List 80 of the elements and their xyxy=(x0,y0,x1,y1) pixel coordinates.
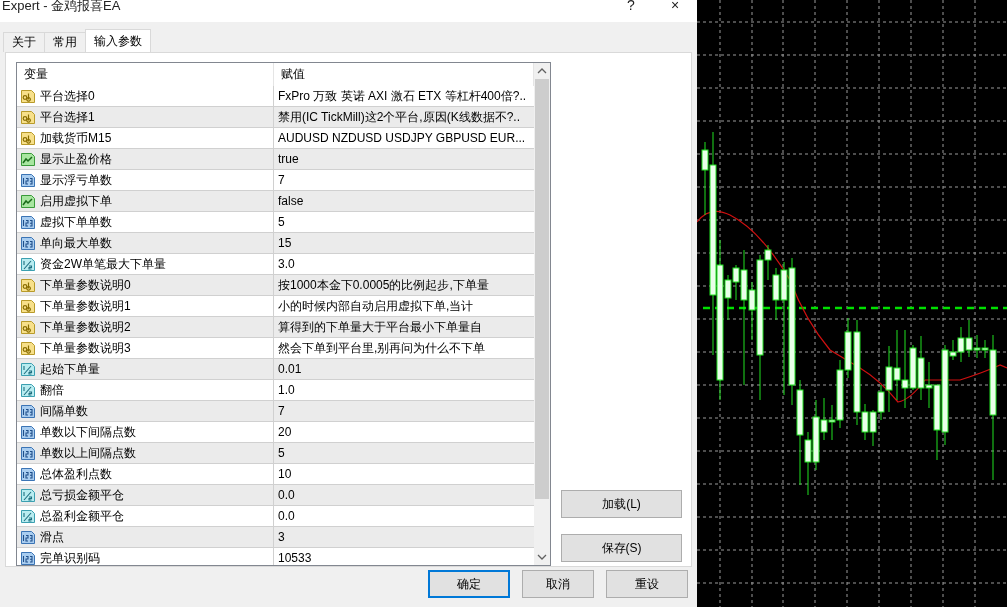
parameter-name: 滑点 xyxy=(40,528,64,546)
number-type-icon xyxy=(20,172,36,188)
number-type-icon xyxy=(20,529,36,545)
parameter-name: 显示止盈价格 xyxy=(40,150,112,168)
parameter-value[interactable]: 7 xyxy=(278,404,285,418)
parameter-name: 下单量参数说明2 xyxy=(40,318,131,336)
text-type-icon xyxy=(20,130,36,146)
parameter-value[interactable]: 按1000本金下0.0005的比例起步,下单量 xyxy=(278,276,489,294)
parameter-value[interactable]: 0.01 xyxy=(278,362,302,376)
parameter-value[interactable]: 7 xyxy=(278,173,285,187)
parameter-value[interactable]: 10 xyxy=(278,467,292,481)
scroll-down-icon[interactable] xyxy=(537,553,547,561)
tab[interactable]: 输入参数 xyxy=(85,29,151,52)
parameter-value[interactable]: 0.0 xyxy=(278,488,295,502)
number-type-icon xyxy=(20,424,36,440)
parameter-value[interactable]: false xyxy=(278,194,304,208)
parameter-value[interactable]: 1.0 xyxy=(278,383,295,397)
parameter-value[interactable]: 20 xyxy=(278,425,292,439)
parameter-name: 单数以下间隔点数 xyxy=(40,423,136,441)
dialog-button[interactable]: 取消 xyxy=(522,570,594,598)
parameter-value[interactable]: true xyxy=(278,152,299,166)
number-type-icon xyxy=(20,256,36,272)
parameter-name: 翻倍 xyxy=(40,381,64,399)
number-type-icon xyxy=(20,508,36,524)
chart-line-icon xyxy=(20,193,36,209)
parameter-name: 平台选择0 xyxy=(40,87,95,105)
text-type-icon xyxy=(20,319,36,335)
parameter-name: 下单量参数说明0 xyxy=(40,276,131,294)
parameter-value[interactable]: FxPro 万致 英诺 AXI 激石 ETX 等杠杆400倍?.. xyxy=(278,87,527,105)
chart-line-icon xyxy=(20,151,36,167)
number-type-icon xyxy=(20,235,36,251)
parameter-value[interactable]: AUDUSD NZDUSD USDJPY GBPUSD EUR... xyxy=(278,131,526,145)
parameter-name: 总体盈利点数 xyxy=(40,465,112,483)
scrollbar[interactable] xyxy=(534,63,550,565)
parameter-name: 资金2W单笔最大下单量 xyxy=(40,255,166,273)
parameter-name: 下单量参数说明1 xyxy=(40,297,131,315)
parameter-value[interactable]: 0.0 xyxy=(278,509,295,523)
dialog-button[interactable]: 重设 xyxy=(606,570,688,598)
side-button[interactable]: 加载(L) xyxy=(561,490,682,518)
parameter-value[interactable]: 10533 xyxy=(278,551,312,565)
text-type-icon xyxy=(20,109,36,125)
parameter-value[interactable]: 3.0 xyxy=(278,257,295,271)
text-type-icon xyxy=(20,298,36,314)
parameter-name: 加载货币M15 xyxy=(40,129,112,147)
parameter-value[interactable]: 然会下单到平台里,别再问为什么不下单 xyxy=(278,339,486,357)
window-title: Expert - 金鸡报喜EA xyxy=(1,0,121,14)
text-type-icon xyxy=(20,277,36,293)
number-type-icon xyxy=(20,403,36,419)
parameter-value[interactable]: 禁用(IC TickMill)这2个平台,原因(K线数据不?.. xyxy=(278,108,520,126)
parameter-name: 总盈利金额平仓 xyxy=(40,507,124,525)
number-type-icon xyxy=(20,466,36,482)
tab[interactable]: 关于 xyxy=(3,32,45,52)
number-type-icon xyxy=(20,214,36,230)
parameter-value[interactable]: 15 xyxy=(278,236,292,250)
dialog-button[interactable]: 确定 xyxy=(428,570,510,598)
parameter-name: 虚拟下单单数 xyxy=(40,213,112,231)
parameter-name: 总亏损金额平仓 xyxy=(40,486,124,504)
parameter-name: 启用虚拟下单 xyxy=(40,192,112,210)
parameter-name: 间隔单数 xyxy=(40,402,88,420)
number-type-icon xyxy=(20,487,36,503)
text-type-icon xyxy=(20,340,36,356)
parameter-name: 完单识别码 xyxy=(40,549,100,565)
parameter-value[interactable]: 3 xyxy=(278,530,285,544)
parameter-value[interactable]: 算得到的下单量大于平台最小下单量自 xyxy=(278,318,482,336)
number-type-icon xyxy=(20,382,36,398)
parameter-name: 显示浮亏单数 xyxy=(40,171,112,189)
number-type-icon xyxy=(20,445,36,461)
parameter-value[interactable]: 5 xyxy=(278,215,285,229)
parameter-name: 下单量参数说明3 xyxy=(40,339,131,357)
parameter-value[interactable]: 5 xyxy=(278,446,285,460)
side-button[interactable]: 保存(S) xyxy=(561,534,682,562)
number-type-icon xyxy=(20,550,36,565)
parameter-name: 平台选择1 xyxy=(40,108,95,126)
scroll-up-icon[interactable] xyxy=(537,67,547,75)
parameter-name: 起始下单量 xyxy=(40,360,100,378)
parameter-name: 单数以上间隔点数 xyxy=(40,444,136,462)
parameter-value[interactable]: 小的时候内部自动启用虚拟下单,当计 xyxy=(278,297,474,315)
number-type-icon xyxy=(20,361,36,377)
parameter-name: 单向最大单数 xyxy=(40,234,112,252)
text-type-icon xyxy=(20,88,36,104)
